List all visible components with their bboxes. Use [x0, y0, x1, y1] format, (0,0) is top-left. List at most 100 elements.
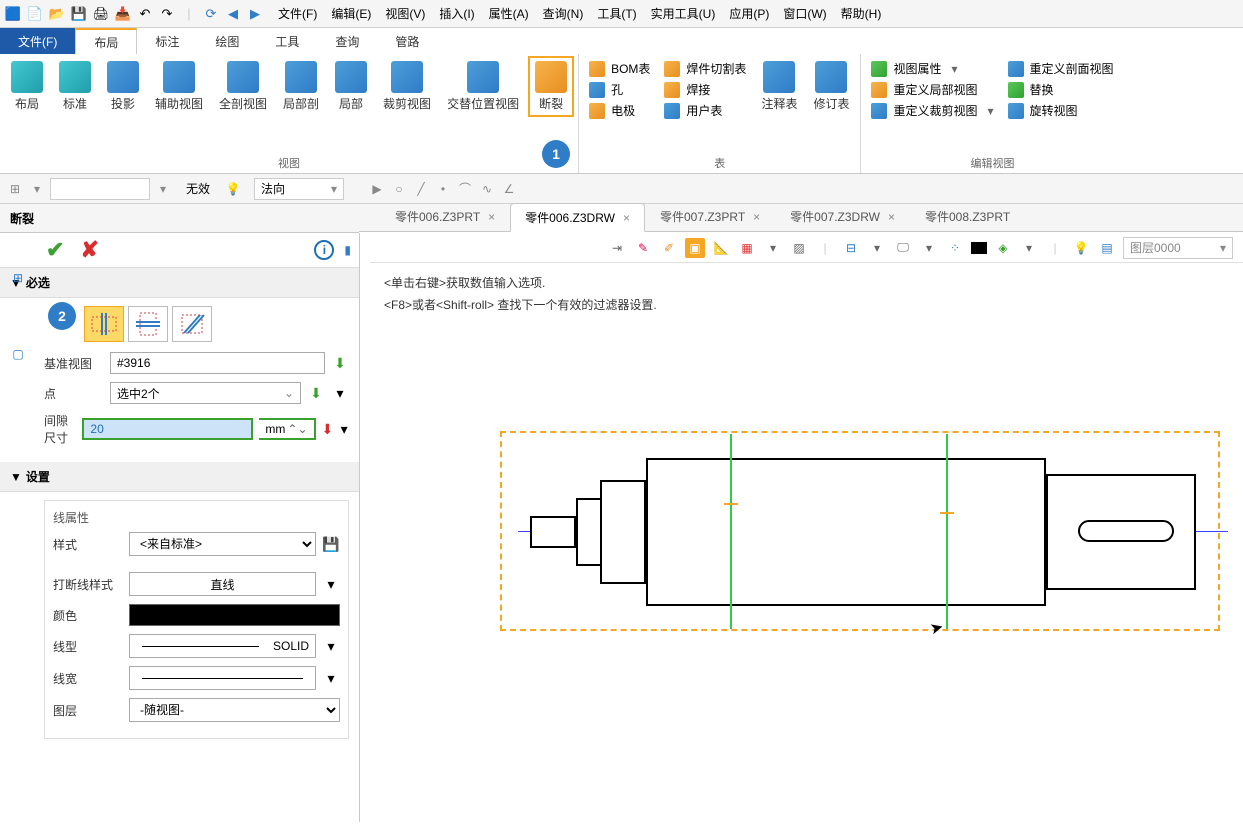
breakstyle-select[interactable]: 直线	[129, 572, 316, 596]
point-combo[interactable]: 选中2个⌄	[110, 382, 301, 404]
ribbon-btn-revtable[interactable]: 修订表	[806, 56, 856, 117]
chevron-down-icon[interactable]: ▾	[1019, 238, 1039, 258]
ribbon-btn-redefcrop[interactable]: 重定义裁剪视图▾	[871, 102, 993, 119]
layers-icon[interactable]: ◈	[993, 238, 1013, 258]
style-select[interactable]: <来自标准>	[129, 532, 316, 556]
close-icon[interactable]: ×	[888, 210, 895, 224]
expand-icon[interactable]: ▮	[344, 243, 351, 257]
print-icon[interactable]: 🖨	[92, 5, 110, 23]
chevron-down-icon[interactable]: ▾	[322, 669, 340, 687]
dot-icon[interactable]: •	[434, 180, 452, 198]
dots-icon[interactable]: ⁘	[945, 238, 965, 258]
section-settings[interactable]: ▼设置	[0, 462, 359, 492]
ribbon-btn-partialsection[interactable]: 局部剖	[276, 56, 326, 117]
ribbon-btn-projection[interactable]: 投影	[100, 56, 146, 117]
undo-icon[interactable]: ↶	[136, 5, 154, 23]
chevron-down-icon[interactable]: ▾	[919, 238, 939, 258]
menu-window[interactable]: 窗口(W)	[777, 1, 832, 26]
ribbon-tab-tools[interactable]: 工具	[257, 28, 317, 54]
ribbon-tab-query[interactable]: 查询	[317, 28, 377, 54]
import-icon[interactable]: 📥	[114, 5, 132, 23]
ribbon-btn-crop[interactable]: 裁剪视图	[376, 56, 438, 117]
eraser-icon[interactable]: ✎	[633, 238, 653, 258]
break-line-2[interactable]	[946, 434, 948, 629]
break-line-1[interactable]	[730, 434, 732, 629]
ok-button[interactable]: ✔	[40, 237, 70, 263]
ribbon-btn-viewattr[interactable]: 视图属性▾	[871, 60, 993, 77]
chevron-down-icon[interactable]: ▾	[322, 575, 340, 593]
blackbox-icon[interactable]	[971, 242, 987, 254]
selection-filter[interactable]	[50, 178, 150, 200]
play-icon[interactable]: ▶	[368, 180, 386, 198]
menu-app[interactable]: 应用(P)	[723, 1, 775, 26]
menu-insert[interactable]: 插入(I)	[433, 1, 480, 26]
layer-select[interactable]: -随视图-	[129, 698, 340, 722]
nav-back-icon[interactable]: ◀	[224, 5, 242, 23]
box-icon[interactable]: ▣	[685, 238, 705, 258]
ribbon-btn-electrode[interactable]: 电极	[589, 102, 650, 119]
chevron-down-icon[interactable]: ▾	[28, 180, 46, 198]
sidetab-break-icon[interactable]: ⊞	[6, 266, 30, 290]
breaktype-horizontal[interactable]	[128, 306, 168, 342]
doctab-2[interactable]: 零件006.Z3DRW×	[510, 203, 645, 232]
ribbon-btn-redefpartial[interactable]: 重定义局部视图	[871, 81, 993, 98]
angle-icon[interactable]: ∠	[500, 180, 518, 198]
ribbon-btn-standard[interactable]: 标准	[52, 56, 98, 117]
import-icon[interactable]: ⇥	[607, 238, 627, 258]
palette-icon[interactable]: ▨	[789, 238, 809, 258]
close-icon[interactable]: ×	[753, 210, 760, 224]
open-icon[interactable]: 📂	[48, 5, 66, 23]
menu-tools[interactable]: 工具(T)	[591, 1, 642, 26]
ribbon-btn-usertable[interactable]: 用户表	[664, 102, 746, 119]
menu-query[interactable]: 查询(N)	[537, 1, 590, 26]
chevron-down-icon[interactable]: ▾	[339, 420, 349, 438]
save-icon[interactable]: 💾	[70, 5, 88, 23]
close-icon[interactable]: ×	[488, 210, 495, 224]
ribbon-btn-redefsection[interactable]: 重定义剖面视图	[1008, 60, 1114, 77]
ribbon-btn-bom[interactable]: BOM表	[589, 60, 650, 77]
grid-icon[interactable]: ▦	[737, 238, 757, 258]
circle-icon[interactable]: ○	[390, 180, 408, 198]
apply-down-icon[interactable]: ⬇	[307, 384, 325, 402]
ribbon-tab-pipe[interactable]: 管路	[377, 28, 437, 54]
ribbon-btn-aux[interactable]: 辅助视图	[148, 56, 210, 117]
ribbon-btn-weld[interactable]: 焊接	[664, 81, 746, 98]
ribbon-btn-partial[interactable]: 局部	[328, 56, 374, 117]
ribbon-tab-file[interactable]: 文件(F)	[0, 28, 75, 54]
breaktype-vertical[interactable]	[84, 306, 124, 342]
doctab-4[interactable]: 零件007.Z3DRW×	[775, 202, 910, 231]
breaktype-diagonal[interactable]	[172, 306, 212, 342]
cancel-button[interactable]: ✘	[74, 237, 104, 263]
ribbon-tab-layout[interactable]: 布局	[75, 28, 137, 54]
ribbon-btn-alternate[interactable]: 交替位置视图	[440, 56, 526, 117]
ribbon-btn-break[interactable]: 断裂	[528, 56, 574, 117]
menu-view[interactable]: 视图(V)	[379, 1, 431, 26]
sheet-layers-icon[interactable]: ▤	[1097, 238, 1117, 258]
sidetab-sheet-icon[interactable]: ▢	[6, 342, 30, 366]
spline-icon[interactable]: ∿	[478, 180, 496, 198]
linewidth-select[interactable]	[129, 666, 316, 690]
menu-file[interactable]: 文件(F)	[272, 1, 323, 26]
brush-icon[interactable]: ✐	[659, 238, 679, 258]
menu-help[interactable]: 帮助(H)	[835, 1, 888, 26]
gap-input[interactable]	[82, 418, 253, 440]
ribbon-tab-annotate[interactable]: 标注	[137, 28, 197, 54]
ribbon-btn-annotable[interactable]: 注释表	[754, 56, 804, 117]
chevron-down-icon[interactable]: ▾	[322, 637, 340, 655]
ribbon-tab-draw[interactable]: 绘图	[197, 28, 257, 54]
doctab-5[interactable]: 零件008.Z3PRT	[910, 202, 1025, 231]
arc-icon[interactable]: ⌒	[456, 180, 474, 198]
color-swatch[interactable]	[129, 604, 340, 626]
menu-attr[interactable]: 属性(A)	[483, 1, 535, 26]
doctab-1[interactable]: 零件006.Z3PRT×	[380, 202, 510, 231]
error-down-icon[interactable]: ⬇	[322, 420, 334, 438]
chevron-down-icon[interactable]: ▾	[154, 180, 172, 198]
ribbon-btn-fullsection[interactable]: 全剖视图	[212, 56, 274, 117]
drawing-area[interactable]: ➤	[370, 326, 1243, 826]
redo-icon[interactable]: ↷	[158, 5, 176, 23]
apply-down-icon[interactable]: ⬇	[331, 354, 349, 372]
nav-fwd-icon[interactable]: ▶	[246, 5, 264, 23]
ribbon-btn-weldcut[interactable]: 焊件切割表	[664, 60, 746, 77]
ribbon-btn-layout[interactable]: 布局	[4, 56, 50, 117]
ribbon-btn-rotate[interactable]: 旋转视图	[1008, 102, 1114, 119]
